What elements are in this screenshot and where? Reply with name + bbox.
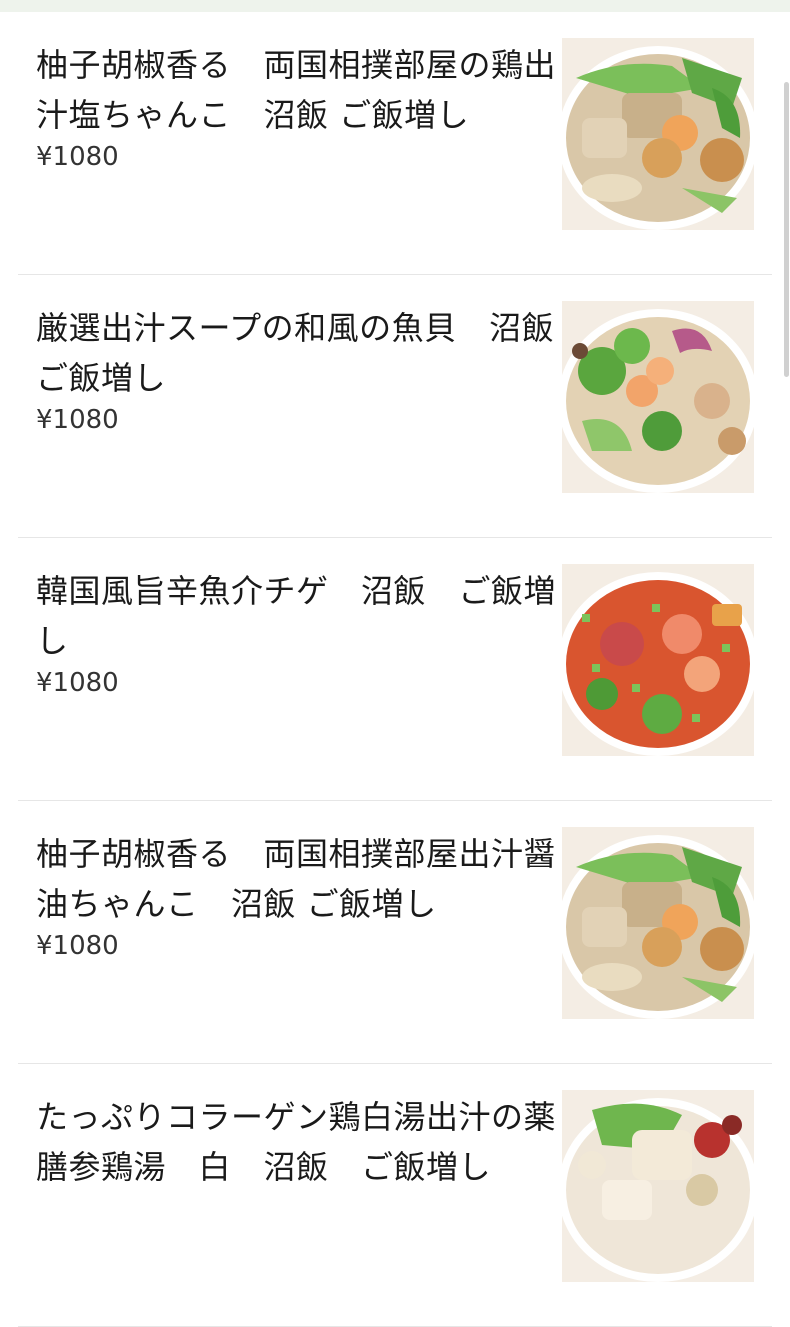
menu-item[interactable]: たっぷりコラーゲン鶏白湯出汁の薬膳参鶏湯 白 沼飯 ご飯増し (18, 1064, 772, 1327)
menu-item-price: ¥1080 (36, 405, 119, 435)
menu-item-photo[interactable] (562, 301, 754, 493)
menu-item[interactable]: 韓国風旨辛魚介チゲ 沼飯 ご飯増し ¥1080 (18, 538, 772, 801)
menu-item[interactable]: 柚子胡椒香る 両国相撲部屋の鶏出汁塩ちゃんこ 沼飯 ご飯増し ¥1080 (18, 12, 772, 275)
menu-list: 柚子胡椒香る 両国相撲部屋の鶏出汁塩ちゃんこ 沼飯 ご飯増し ¥1080 厳選出… (0, 12, 790, 1327)
menu-item-title: 韓国風旨辛魚介チゲ 沼飯 ご飯増し (36, 572, 557, 660)
menu-item-title: たっぷりコラーゲン鶏白湯出汁の薬膳参鶏湯 白 沼飯 ご飯増し (36, 1098, 557, 1186)
menu-item-photo[interactable] (562, 564, 754, 756)
menu-item-price: ¥1080 (36, 931, 119, 961)
menu-item[interactable]: 柚子胡椒香る 両国相撲部屋出汁醤油ちゃんこ 沼飯 ご飯増し ¥1080 (18, 801, 772, 1064)
menu-item-photo[interactable] (562, 827, 754, 1019)
top-header-strip (0, 0, 790, 12)
menu-item-title: 柚子胡椒香る 両国相撲部屋の鶏出汁塩ちゃんこ 沼飯 ご飯増し (36, 46, 557, 134)
menu-item-price: ¥1080 (36, 142, 119, 172)
menu-item-photo[interactable] (562, 38, 754, 230)
menu-item-title: 柚子胡椒香る 両国相撲部屋出汁醤油ちゃんこ 沼飯 ご飯増し (36, 835, 557, 923)
menu-item-photo[interactable] (562, 1090, 754, 1282)
menu-item-price: ¥1080 (36, 668, 119, 698)
menu-item[interactable]: 厳選出汁スープの和風の魚貝 沼飯 ご飯増し ¥1080 (18, 275, 772, 538)
menu-item-title: 厳選出汁スープの和風の魚貝 沼飯 ご飯増し (36, 309, 555, 397)
